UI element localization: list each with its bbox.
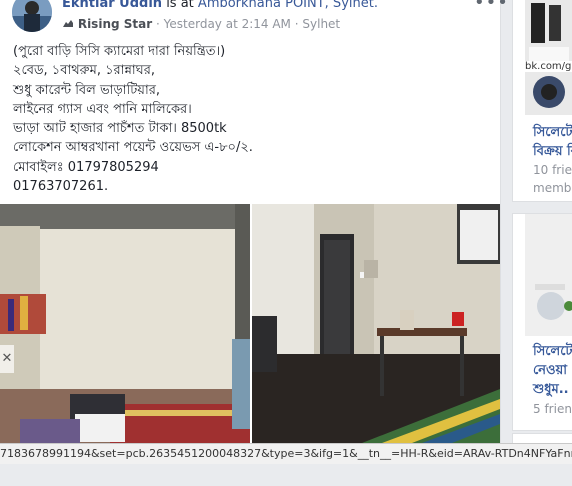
- rising-star-badge[interactable]: Rising Star: [78, 17, 152, 31]
- post-header: Ekhtiar Uddin is at Amborkhana POINT, Sy…: [62, 0, 378, 11]
- location-link[interactable]: Amborkhana POINT, Sylhet.: [198, 0, 378, 11]
- group-thumbnail[interactable]: [525, 214, 572, 336]
- post-line: শুধু কারেন্ট বিল ভাড়াটিয়ার,: [13, 82, 161, 98]
- group-url-fragment: bk.com/gro: [525, 61, 572, 72]
- group-title-line2[interactable]: বিক্রয় বি: [533, 142, 572, 161]
- post-photo-bedroom[interactable]: [0, 204, 250, 443]
- group-friends-count: 5 friend: [533, 402, 572, 416]
- rising-star-badge-icon: [62, 17, 78, 31]
- group-title-line1[interactable]: সিলেটে: [533, 123, 572, 142]
- suggested-group-card[interactable]: bk.com/gro সিলেটে বিক্রয় বি 10 frien me…: [512, 0, 572, 202]
- post-line: লোকেশন আম্বরখানা পয়েন্ট ওয়েভস এ-৮০/২.: [13, 140, 253, 156]
- post-line: 01763707261.: [13, 179, 109, 195]
- post-place[interactable]: Sylhet: [302, 17, 340, 31]
- author-avatar[interactable]: [12, 0, 52, 32]
- group-title-line3[interactable]: শুধুম..: [533, 380, 569, 399]
- post-line: ২বেড, ১বাথরুম, ১রান্নাঘর,: [13, 63, 155, 79]
- feed-post: Ekhtiar Uddin is at Amborkhana POINT, Sy…: [0, 0, 508, 443]
- post-line: মোবাইলঃ 01797805294: [13, 159, 159, 175]
- post-line: লাইনের গ্যাস এবং পানি মালিকের।: [13, 101, 192, 117]
- close-icon[interactable]: ✕: [0, 345, 14, 373]
- post-timestamp[interactable]: Yesterday at 2:14 AM: [164, 17, 291, 31]
- location-prefix: is at: [166, 0, 194, 11]
- group-friends-count: 10 frien: [533, 163, 572, 177]
- meta-separator: ·: [294, 17, 299, 31]
- meta-separator: ·: [155, 17, 160, 31]
- browser-status-bar: 7183678991194&set=pcb.2635451200048327&t…: [0, 443, 572, 464]
- post-meta: Rising Star · Yesterday at 2:14 AM · Syl…: [62, 17, 340, 31]
- more-options-icon[interactable]: •••: [474, 0, 509, 13]
- group-thumbnail[interactable]: bk.com/gro: [525, 0, 572, 115]
- group-members-count: membe: [533, 181, 572, 195]
- post-line: ভাড়া আট হাজার পাচঁশত টাকা। 8500tk: [13, 121, 227, 137]
- author-name[interactable]: Ekhtiar Uddin: [62, 0, 162, 11]
- post-line: (পুরো বাড়ি সিসি ক্যামেরা দারা নিয়ন্ত্র…: [13, 44, 226, 59]
- post-photo-room[interactable]: [252, 204, 500, 443]
- page-bottom: [0, 464, 572, 486]
- group-title-line2[interactable]: নেওয়া: [533, 361, 567, 380]
- post-body: (পুরো বাড়ি সিসি ক্যামেরা দারা নিয়ন্ত্র…: [13, 42, 483, 196]
- suggested-group-card[interactable]: সিলেটে নেওয়া শুধুম.. 5 friend: [512, 213, 572, 431]
- group-title-line1[interactable]: সিলেটে: [533, 342, 572, 361]
